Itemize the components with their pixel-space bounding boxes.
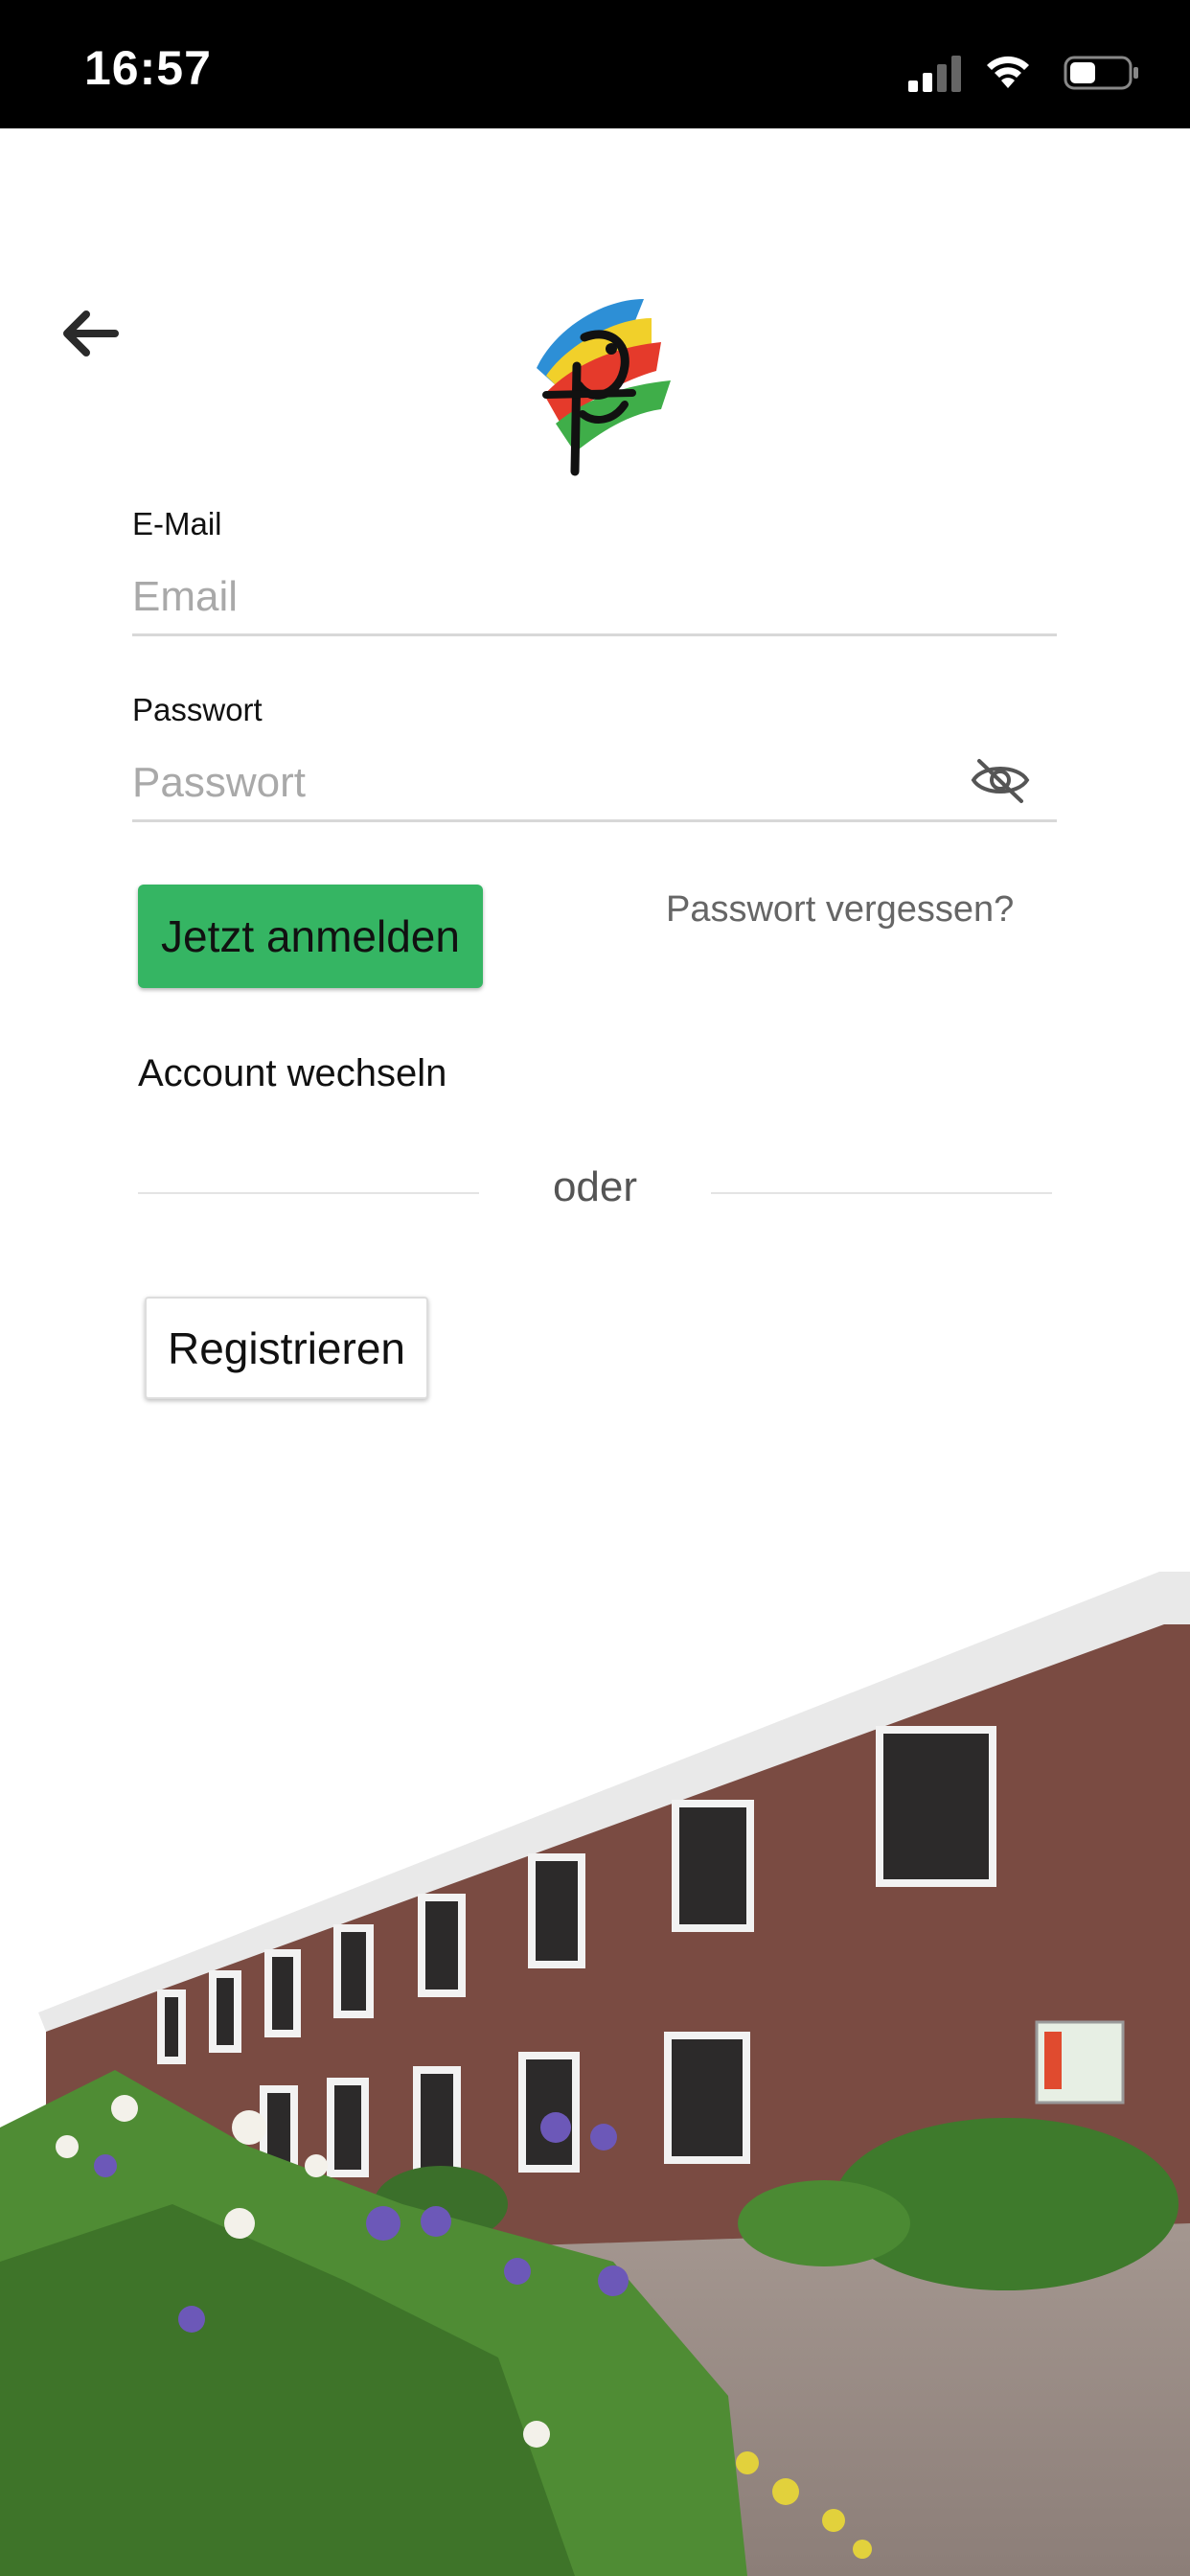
cellular-signal-icon [908, 56, 961, 92]
arrow-left-icon[interactable] [56, 305, 123, 362]
wifi-icon [987, 56, 1029, 88]
password-field[interactable] [132, 746, 1057, 822]
password-label: Passwort [132, 692, 263, 727]
divider-line-right [711, 1192, 1052, 1194]
register-button[interactable]: Registrieren [145, 1297, 428, 1399]
church-bird-logo [537, 299, 671, 476]
email-field[interactable] [132, 560, 1057, 636]
login-button[interactable]: Jetzt anmelden [138, 885, 483, 988]
eye-off-icon[interactable] [970, 753, 1031, 807]
battery-icon [1064, 56, 1138, 90]
forgot-password-link[interactable]: Passwort vergessen? [666, 889, 1014, 931]
switch-account-link[interactable]: Account wechseln [138, 1052, 446, 1095]
status-time: 16:57 [84, 41, 212, 95]
email-label: E-Mail [132, 506, 222, 541]
status-bar: 16:57 [0, 0, 1190, 128]
divider-or: oder [552, 1163, 638, 1210]
building-photo [0, 1572, 1190, 2576]
